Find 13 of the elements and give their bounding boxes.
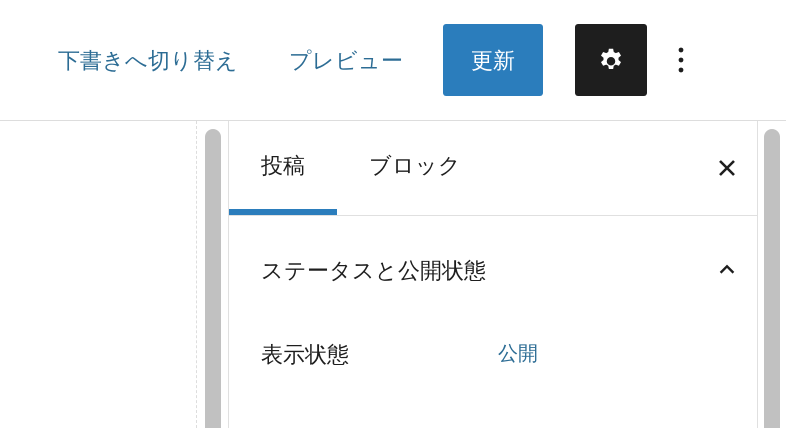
visibility-link[interactable]: 公開 [498,339,538,369]
close-icon [718,159,736,177]
update-button[interactable]: 更新 [443,24,543,96]
switch-to-draft-link[interactable]: 下書きへ切り替え [58,44,238,76]
scrollbar[interactable] [764,129,780,428]
settings-button[interactable] [575,24,647,96]
scrollbar[interactable] [204,129,220,428]
kebab-menu-icon [678,47,684,73]
panel-title: ステータスと公開状態 [261,256,486,284]
sidebar-tab[interactable]: 投稿 [229,121,337,215]
preview-link[interactable]: プレビュー [289,44,403,76]
row-label: 表示状態 [261,340,350,368]
sidebar-tab[interactable]: ブロック [337,121,493,215]
